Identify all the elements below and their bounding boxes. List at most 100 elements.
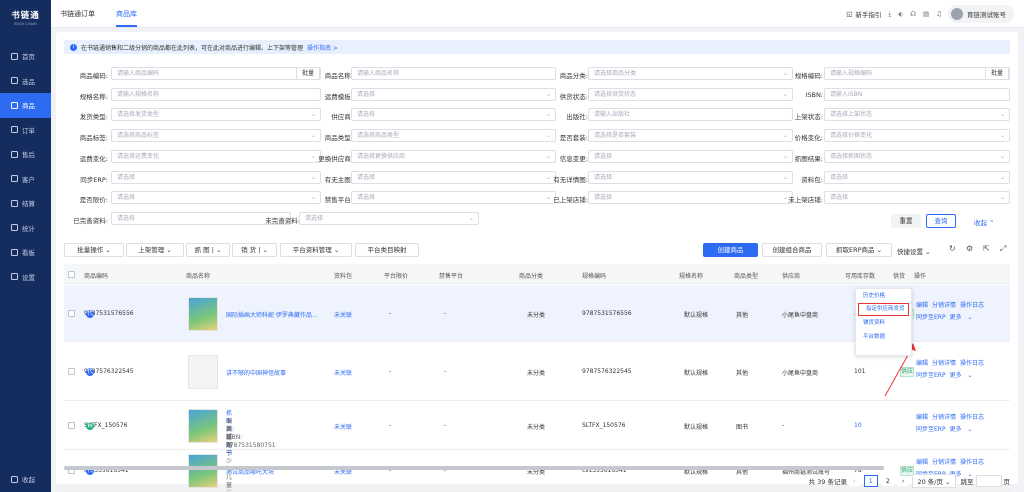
- batch-ops-dropdown[interactable]: 批量操作 ⌄: [64, 243, 124, 257]
- filter-select[interactable]: 请选择商品类型 ⌄: [351, 129, 556, 143]
- gear-icon[interactable]: ⚙: [966, 244, 973, 253]
- query-button[interactable]: 查询: [926, 214, 956, 228]
- sidebar-item-orders[interactable]: 订单: [0, 118, 51, 143]
- select-all-checkbox[interactable]: [68, 271, 75, 278]
- filter-select[interactable]: 请选择 ⌄: [299, 211, 479, 225]
- row-checkbox[interactable]: [68, 310, 75, 317]
- edit-button[interactable]: 编辑: [916, 414, 928, 421]
- sidebar-item-products[interactable]: 商品: [0, 93, 51, 118]
- headset-icon[interactable]: ☊: [910, 10, 916, 18]
- op-log-button[interactable]: 操作日志: [960, 360, 984, 367]
- grab-erp-dropdown[interactable]: 抓取ERP商品 ⌄: [826, 243, 892, 257]
- category-value[interactable]: 未分类: [527, 310, 545, 319]
- filter-select[interactable]: 请选择 ⌄: [351, 87, 556, 101]
- filter-select[interactable]: 请选择上架状态 ⌄: [824, 108, 1010, 122]
- filter-select[interactable]: 请选择商品分类 ⌄: [588, 67, 793, 80]
- package-link[interactable]: 未关联: [334, 422, 352, 431]
- dist-detail-button[interactable]: 分销详情: [932, 360, 956, 367]
- prev-page-button[interactable]: ‹: [848, 476, 860, 486]
- refresh-icon[interactable]: ↻: [949, 244, 956, 253]
- jump-page-input[interactable]: [975, 475, 1002, 487]
- grab-image-button[interactable]: 抓 图 | ⌄: [186, 243, 230, 257]
- filter-select[interactable]: 请选择 ⌄: [824, 191, 1010, 205]
- page-1[interactable]: 1: [863, 475, 878, 487]
- edit-button[interactable]: 编辑: [916, 459, 928, 466]
- product-thumbnail[interactable]: [188, 454, 218, 488]
- platform-info-dropdown[interactable]: 平台资料管理 ⌄: [280, 243, 352, 257]
- menu-item-platform-data[interactable]: 平台数据: [856, 330, 911, 344]
- fullscreen-icon[interactable]: ⤢: [1000, 244, 1006, 254]
- filter-select[interactable]: 请选择运费变化 ⌄: [111, 149, 321, 163]
- menu-item-distribution-info[interactable]: 铺货资料: [856, 316, 911, 330]
- op-log-button[interactable]: 操作日志: [960, 459, 984, 466]
- filter-select[interactable]: 请选择更换供应商 ⌄: [351, 149, 556, 163]
- product-name-link[interactable]: 讲不够的中国神怪故事: [226, 368, 286, 377]
- horizontal-scrollbar[interactable]: [64, 466, 884, 470]
- bell-icon[interactable]: ♫: [936, 10, 942, 18]
- more-dropdown[interactable]: 更多 ⌄: [950, 372, 973, 379]
- filter-select[interactable]: 请选择价格变化 ⌄: [824, 129, 1010, 143]
- shelf-manage-dropdown[interactable]: 上架管理 ⌄: [126, 243, 184, 257]
- sidebar-item-settlement[interactable]: 结算: [0, 191, 51, 216]
- filter-input[interactable]: 请输入商品名称: [351, 67, 556, 80]
- sale-button[interactable]: 销 货 | ⌄: [232, 243, 277, 257]
- row-checkbox[interactable]: [68, 368, 75, 375]
- stock-value[interactable]: 10: [854, 422, 862, 429]
- sidebar-item-after-sales[interactable]: 售后: [0, 142, 51, 167]
- package-link[interactable]: 未关联: [334, 368, 352, 377]
- menu-item-assign-supplier[interactable]: 指定供应商发货: [858, 303, 909, 316]
- category-mapping-button[interactable]: 平台类目映射: [355, 243, 419, 257]
- package-link[interactable]: 未关联: [334, 310, 352, 319]
- export-icon[interactable]: ⇱: [983, 244, 990, 253]
- filter-select[interactable]: 请选择发货类型 ⌄: [111, 108, 321, 122]
- filter-input[interactable]: 请输入出版社: [588, 108, 793, 122]
- guide-link[interactable]: 操作指南 >: [307, 43, 338, 52]
- reset-button[interactable]: 重置: [891, 214, 921, 228]
- filter-select[interactable]: 请选择 ⌄: [351, 170, 556, 184]
- filter-select[interactable]: 请选择抓图状态 ⌄: [824, 149, 1010, 163]
- create-combo-button[interactable]: 创建组合商品: [762, 243, 822, 257]
- filter-select[interactable]: 请选择 ⌄: [824, 170, 1010, 184]
- filter-select[interactable]: 请选择 ⌄: [588, 170, 793, 184]
- product-thumbnail[interactable]: [188, 297, 218, 331]
- quick-settings[interactable]: 快捷设置 ⌄: [897, 246, 931, 256]
- sidebar-item-settings[interactable]: 设置: [0, 265, 51, 290]
- menu-item-history-price[interactable]: 历史价格: [856, 289, 911, 303]
- dist-detail-button[interactable]: 分销详情: [932, 302, 956, 309]
- filter-select[interactable]: 请选择 ⌄: [111, 191, 321, 205]
- product-thumbnail[interactable]: [188, 409, 218, 443]
- tab-product-library[interactable]: 商品库: [116, 9, 137, 27]
- more-dropdown[interactable]: 更多 ⌄: [950, 314, 973, 321]
- filter-select[interactable]: 请选择 ⌄: [351, 191, 556, 205]
- next-page-button[interactable]: ›: [897, 476, 909, 486]
- edit-button[interactable]: 编辑: [916, 302, 928, 309]
- document-icon[interactable]: ▤: [923, 10, 929, 18]
- collapse-sidebar-button[interactable]: 收起: [11, 474, 35, 484]
- dist-detail-button[interactable]: 分销详情: [932, 414, 956, 421]
- sidebar-item-statistics[interactable]: 统计: [0, 216, 51, 241]
- row-checkbox[interactable]: [68, 422, 75, 429]
- sync-erp-button[interactable]: 同步至ERP: [916, 314, 946, 321]
- filter-input[interactable]: 请输入规格名称: [111, 87, 321, 101]
- filter-select[interactable]: 请选择供货状态 ⌄: [588, 87, 793, 101]
- page-size-select[interactable]: 20 条/页 ⌄: [912, 474, 956, 488]
- guide-link[interactable]: 新手指引: [855, 9, 881, 19]
- product-name-link[interactable]: 国际插画大师科妮·伊罗典藏作品...: [226, 310, 318, 319]
- batch-input-button[interactable]: 批量: [984, 67, 1009, 80]
- op-log-button[interactable]: 操作日志: [960, 414, 984, 421]
- sidebar-item-dashboard[interactable]: 看板: [0, 240, 51, 265]
- filter-select[interactable]: 请选择 ⌄: [111, 170, 321, 184]
- sidebar-item-home[interactable]: 首页: [0, 44, 51, 69]
- filter-select[interactable]: 请选择是否套装 ⌄: [588, 129, 793, 143]
- user-menu[interactable]: 育链测试账号: [948, 5, 1014, 23]
- page-2[interactable]: 2: [881, 476, 894, 486]
- filter-select[interactable]: 请选择商品标签 ⌄: [111, 129, 321, 143]
- sync-erp-button[interactable]: 同步至ERP: [916, 426, 946, 433]
- filter-input[interactable]: 请输入商品编码 批量: [111, 67, 321, 80]
- download-icon[interactable]: ⤓: [888, 10, 891, 19]
- tab-orders[interactable]: 书链通订单: [60, 9, 95, 19]
- filter-select[interactable]: 请选择 ⌄: [588, 191, 793, 205]
- more-dropdown[interactable]: 更多 ⌄: [950, 426, 973, 433]
- filter-input[interactable]: 请输入规格编码 批量: [824, 67, 1010, 80]
- collapse-filters-button[interactable]: 收起 ⌃: [974, 217, 995, 227]
